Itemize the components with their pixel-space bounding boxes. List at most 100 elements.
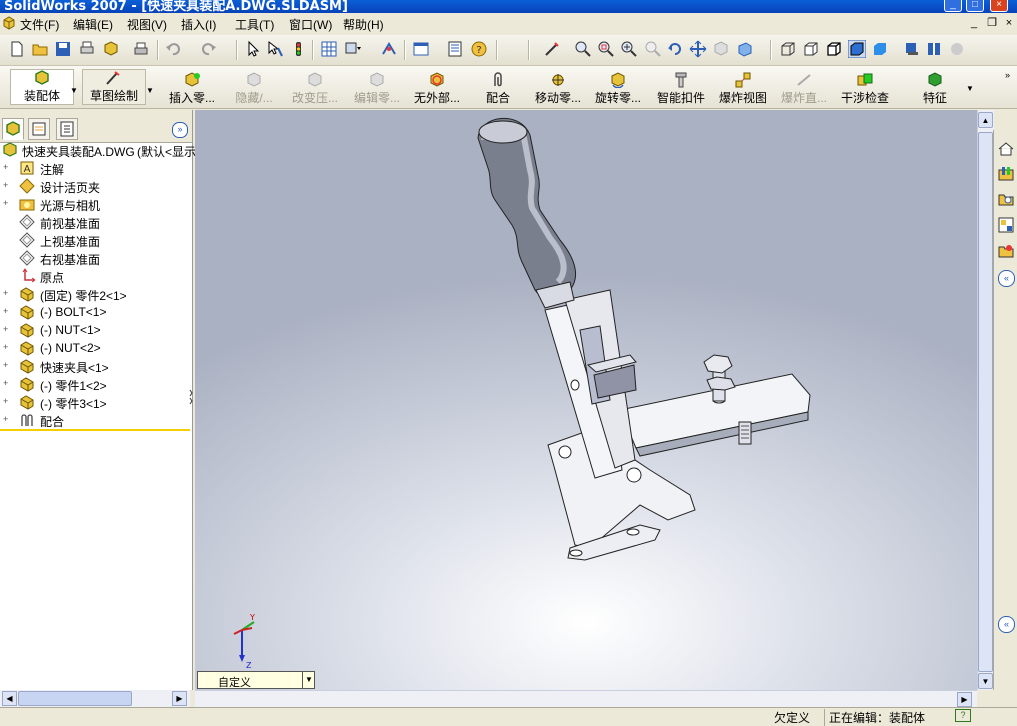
doc-close-button[interactable]: × [1001,16,1017,30]
menu-view[interactable]: 视图(V) [127,16,167,33]
cmd-expand-icon[interactable]: » [1005,70,1010,80]
cmd-mate[interactable]: 配合 [482,72,514,108]
maximize-button[interactable]: □ [966,0,984,12]
cmd-assembly-dropdown-icon[interactable]: ▼ [70,86,78,95]
zoom-selection-icon[interactable] [644,40,662,58]
cmd-insert-component[interactable]: 插入零... [162,72,222,108]
tab-property-manager[interactable] [28,118,50,140]
wireframe-icon[interactable] [779,40,797,58]
sketch-tools-icon[interactable] [543,40,561,58]
shadows-icon[interactable] [902,40,920,58]
close-button[interactable]: × [990,0,1008,12]
task-pane-collapse-button[interactable]: « [998,270,1015,287]
menu-window[interactable]: 窗口(W) [289,16,332,33]
cmd-features-dropdown-icon[interactable]: ▼ [966,84,974,93]
cmd-assembly[interactable]: 装配体 [10,69,74,105]
expand-toggle[interactable]: + [3,343,10,352]
file-explorer-icon[interactable] [997,190,1015,208]
menu-insert[interactable]: 插入(I) [181,16,216,33]
open-folder-icon[interactable] [31,40,49,58]
cmd-hide-show[interactable]: 隐藏/... [226,72,282,108]
home-icon[interactable] [997,140,1015,158]
panel-collapse-button[interactable]: » [172,122,188,138]
cmd-smart-fasteners[interactable]: 智能扣件 [654,72,708,108]
menu-file[interactable]: 文件(F) [20,16,59,33]
design-library-icon[interactable] [997,164,1015,182]
task-pane-expand-button[interactable]: « [998,616,1015,633]
chevron-down-icon[interactable]: ▼ [302,672,315,688]
tree-item[interactable]: + 设计活页夹 [0,177,192,195]
doc-restore-button[interactable]: ❐ [984,16,1000,30]
tree-item[interactable]: 前视基准面 [0,213,192,231]
expand-toggle[interactable]: + [3,325,10,334]
tree-scroll-thumb[interactable] [18,691,132,706]
tangent-edges-icon[interactable] [380,40,398,58]
shaded-icon[interactable] [871,40,889,58]
cmd-interference-detection[interactable]: 干涉检查 [838,72,892,108]
tree-item[interactable]: + 光源与相机 [0,195,192,214]
shaded-with-edges-icon[interactable] [848,40,866,58]
cmd-change-suppression[interactable]: 改变压... [286,72,344,108]
view-orientation-select[interactable]: 自定义 ▼ [197,671,315,689]
tree-item[interactable]: + 快速夹具<1> [0,357,192,375]
expand-toggle[interactable]: + [3,163,10,172]
print-preview-icon[interactable] [78,40,96,58]
view-orientation-icon[interactable] [736,40,754,58]
appearances-icon[interactable] [997,242,1015,260]
rebuild-icon[interactable] [289,40,307,58]
undo-icon[interactable] [164,40,182,58]
scroll-right-icon[interactable]: ▶ [957,692,972,707]
tree-item[interactable]: 右视基准面 [0,249,192,267]
scroll-down-icon[interactable]: ▼ [978,673,993,689]
cmd-explode-line-sketch[interactable]: 爆炸直... [776,72,832,108]
tree-item[interactable]: + (-) NUT<1> [0,321,192,339]
cmd-edit-component[interactable]: 编辑零... [348,72,406,108]
section-view-icon[interactable] [925,40,943,58]
pan-icon[interactable] [689,40,707,58]
tree-horizontal-scrollbar[interactable]: ◀ ▶ [0,690,190,707]
cmd-sketch[interactable]: 草图绘制 [82,69,146,105]
assembly-options-icon[interactable] [102,40,120,58]
menu-help[interactable]: 帮助(H) [343,16,384,33]
tab-configuration-manager[interactable] [56,118,78,140]
realview-icon[interactable] [948,40,966,58]
status-help-icon[interactable]: ? [955,709,971,722]
graphics-area[interactable]: Y Z [195,110,977,692]
tree-item[interactable]: 上视基准面 [0,231,192,249]
cmd-no-external-references[interactable]: 无外部... [408,72,466,108]
hidden-lines-visible-icon[interactable] [802,40,820,58]
rotate-view-icon[interactable] [666,40,684,58]
expand-toggle[interactable]: + [3,415,10,424]
print-icon[interactable] [132,40,150,58]
redo-icon[interactable] [200,40,218,58]
tree-root[interactable]: 快速夹具装配A.DWG (默认<显示 [0,141,196,159]
expand-toggle[interactable]: + [3,199,10,208]
zoom-fit-icon[interactable] [574,40,592,58]
select-pointer-icon[interactable] [244,40,262,58]
hidden-lines-removed-icon[interactable] [825,40,843,58]
clamp-model[interactable] [195,110,977,692]
viewport-horizontal-scrollbar[interactable]: ▶ [195,690,977,708]
vertical-scrollbar[interactable]: ▲ ▼ [977,110,994,690]
cmd-exploded-view[interactable]: 爆炸视图 [716,72,770,108]
minimize-button[interactable]: _ [944,0,962,12]
cmd-rotate-component[interactable]: 旋转零... [590,72,646,108]
grid-icon[interactable] [320,40,338,58]
expand-toggle[interactable]: + [3,289,10,298]
tree-item[interactable]: + (-) NUT<2> [0,339,192,357]
tree-item[interactable]: + (-) 零件3<1> [0,393,192,411]
tree-item[interactable]: + A 注解 [0,159,192,177]
scroll-right-icon[interactable]: ▶ [172,691,187,706]
expand-toggle[interactable]: + [3,361,10,370]
window-layout-icon[interactable] [412,40,430,58]
expand-toggle[interactable]: + [3,397,10,406]
zoom-area-icon[interactable] [597,40,615,58]
tree-item[interactable]: + (-) BOLT<1> [0,303,192,321]
expand-toggle[interactable]: + [3,379,10,388]
display-options-icon[interactable] [344,40,362,58]
tree-item[interactable]: 原点 [0,267,192,285]
cmd-features[interactable]: 特征 [916,72,954,108]
save-icon[interactable] [54,40,72,58]
tree-item[interactable]: + 配合 [0,411,192,429]
view-palette-icon[interactable] [997,216,1015,234]
